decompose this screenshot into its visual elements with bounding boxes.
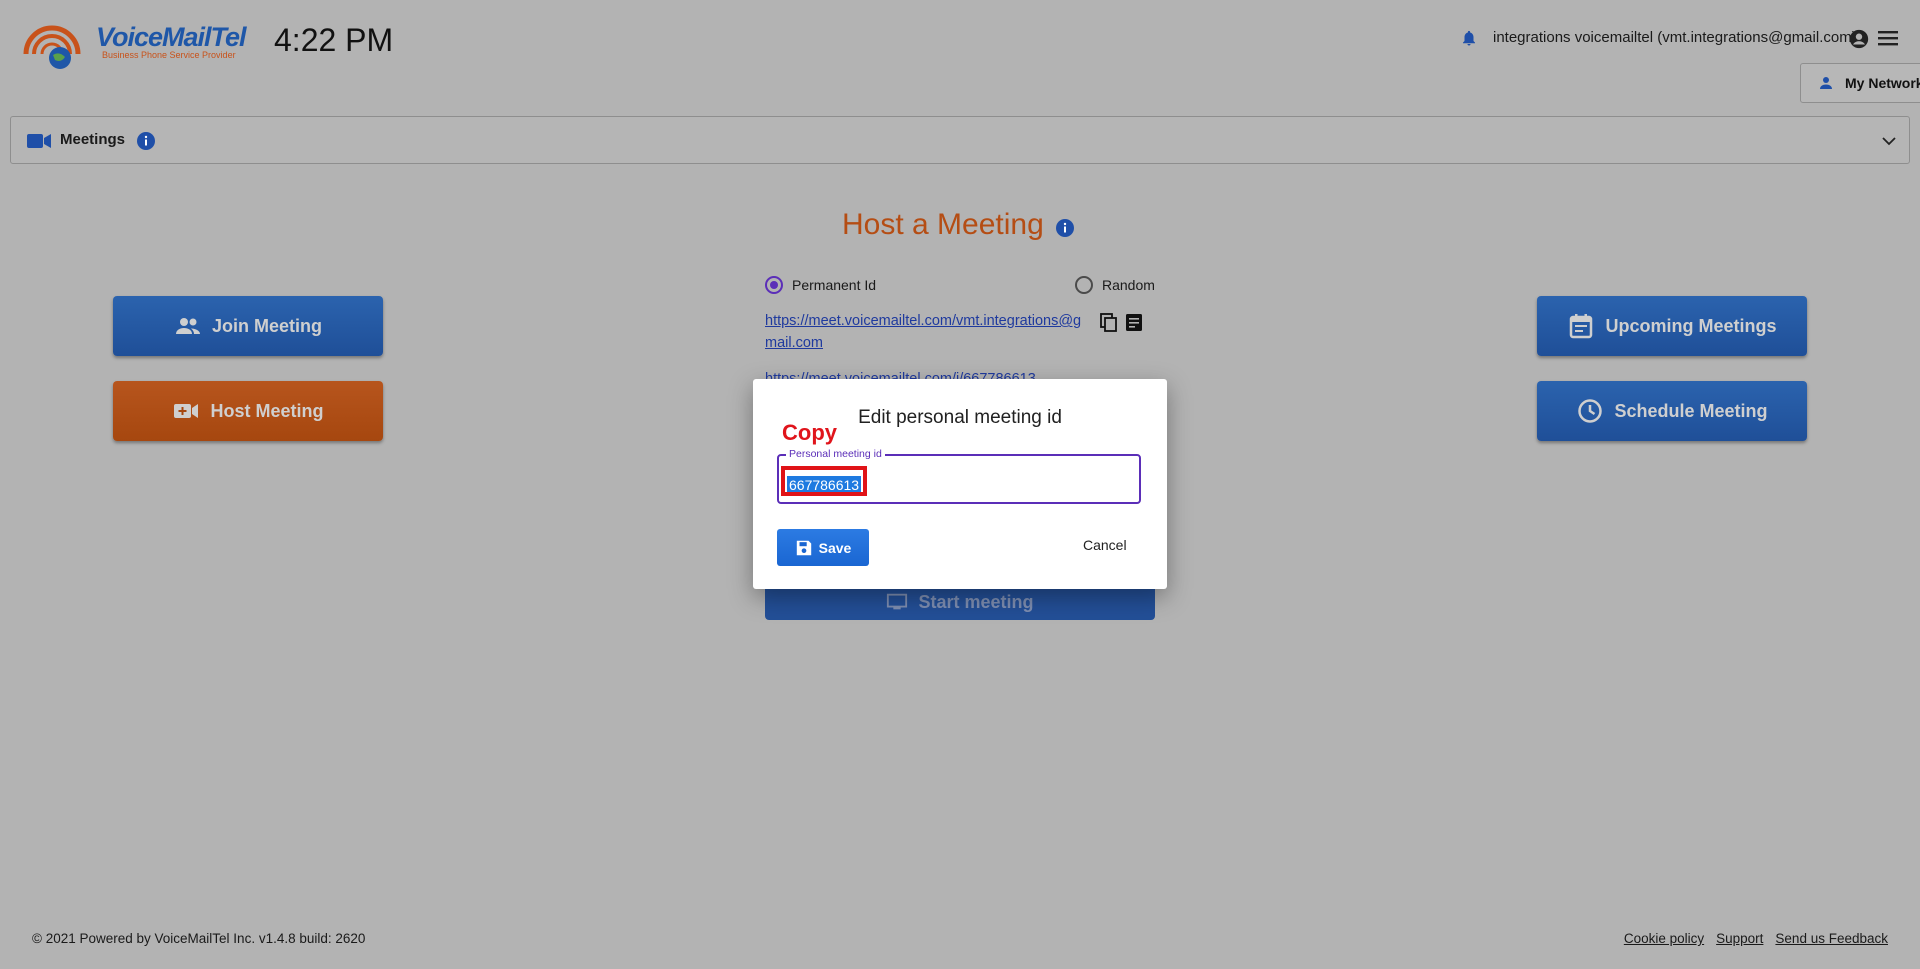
hamburger-menu-icon[interactable] xyxy=(1878,30,1898,46)
support-link[interactable]: Support xyxy=(1716,931,1763,946)
schedule-meeting-label: Schedule Meeting xyxy=(1614,400,1768,421)
save-button[interactable]: Save xyxy=(777,529,869,566)
info-icon[interactable] xyxy=(1056,219,1074,237)
details-icon[interactable] xyxy=(1125,313,1143,333)
field-label: Personal meeting id xyxy=(786,448,885,460)
host-meeting-label: Host Meeting xyxy=(210,400,324,421)
cookie-policy-link[interactable]: Cookie policy xyxy=(1624,931,1704,946)
upcoming-meetings-button[interactable]: Upcoming Meetings xyxy=(1537,296,1807,356)
clock: 4:22 PM xyxy=(274,22,394,58)
edit-meeting-id-dialog: Edit personal meeting id Copy Personal m… xyxy=(753,379,1167,589)
logo-tagline: Business Phone Service Provider xyxy=(102,50,236,60)
copy-icon[interactable] xyxy=(1100,313,1118,333)
user-account-label[interactable]: integrations voicemailtel (vmt.integrati… xyxy=(1493,29,1857,46)
join-meeting-button[interactable]: Join Meeting xyxy=(113,296,383,356)
logo-text: VoiceMailTel xyxy=(96,22,247,52)
start-meeting-button[interactable]: Start meeting xyxy=(765,584,1155,620)
bell-icon[interactable] xyxy=(1460,28,1478,48)
people-icon xyxy=(175,318,200,334)
radio-selected-indicator[interactable] xyxy=(765,276,783,294)
highlight-box xyxy=(781,466,867,496)
calendar-icon xyxy=(1570,314,1593,339)
permanent-meeting-link[interactable]: https://meet.voicemailtel.com/vmt.integr… xyxy=(765,310,1085,354)
schedule-meeting-button[interactable]: Schedule Meeting xyxy=(1537,381,1807,441)
personal-meeting-id-field[interactable]: Personal meeting id 667786613 xyxy=(777,448,1141,504)
copy-annotation: Copy xyxy=(782,420,837,445)
radio-random[interactable]: Random xyxy=(1075,276,1155,294)
my-network-label: My Network xyxy=(1845,75,1920,91)
copyright-text: © 2021 Powered by VoiceMailTel Inc. v1.4… xyxy=(32,931,366,946)
video-call-add-icon xyxy=(174,404,199,418)
footer-links: Cookie policy Support Send us Feedback xyxy=(1624,931,1888,946)
radio-permanent-label: Permanent Id xyxy=(792,277,877,293)
info-icon[interactable] xyxy=(137,132,155,150)
account-circle-icon[interactable] xyxy=(1848,28,1870,50)
videocam-icon xyxy=(27,134,51,148)
save-label: Save xyxy=(818,539,852,556)
clock-icon xyxy=(1578,399,1603,423)
start-meeting-label: Start meeting xyxy=(918,591,1034,612)
radio-random-label: Random xyxy=(1102,277,1155,293)
join-meeting-label: Join Meeting xyxy=(211,315,322,336)
meetings-accordion[interactable]: Meetings xyxy=(10,116,1910,164)
host-meeting-button[interactable]: Host Meeting xyxy=(113,381,383,441)
voicemailtel-logo[interactable]: VoiceMailTel Business Phone Service Prov… xyxy=(22,18,258,74)
chevron-down-icon[interactable] xyxy=(1881,134,1897,148)
host-meeting-heading: Host a Meeting xyxy=(842,208,1044,241)
my-network-button[interactable]: My Network xyxy=(1800,63,1920,103)
cancel-button[interactable]: Cancel xyxy=(1083,537,1127,553)
feedback-link[interactable]: Send us Feedback xyxy=(1775,931,1888,946)
person-icon xyxy=(1820,77,1832,89)
screen-share-icon xyxy=(887,593,908,610)
save-icon xyxy=(796,540,811,555)
radio-unselected-indicator[interactable] xyxy=(1075,276,1093,294)
meetings-title: Meetings xyxy=(60,131,126,148)
upcoming-meetings-label: Upcoming Meetings xyxy=(1605,315,1777,336)
radio-permanent-id[interactable]: Permanent Id xyxy=(765,276,876,294)
